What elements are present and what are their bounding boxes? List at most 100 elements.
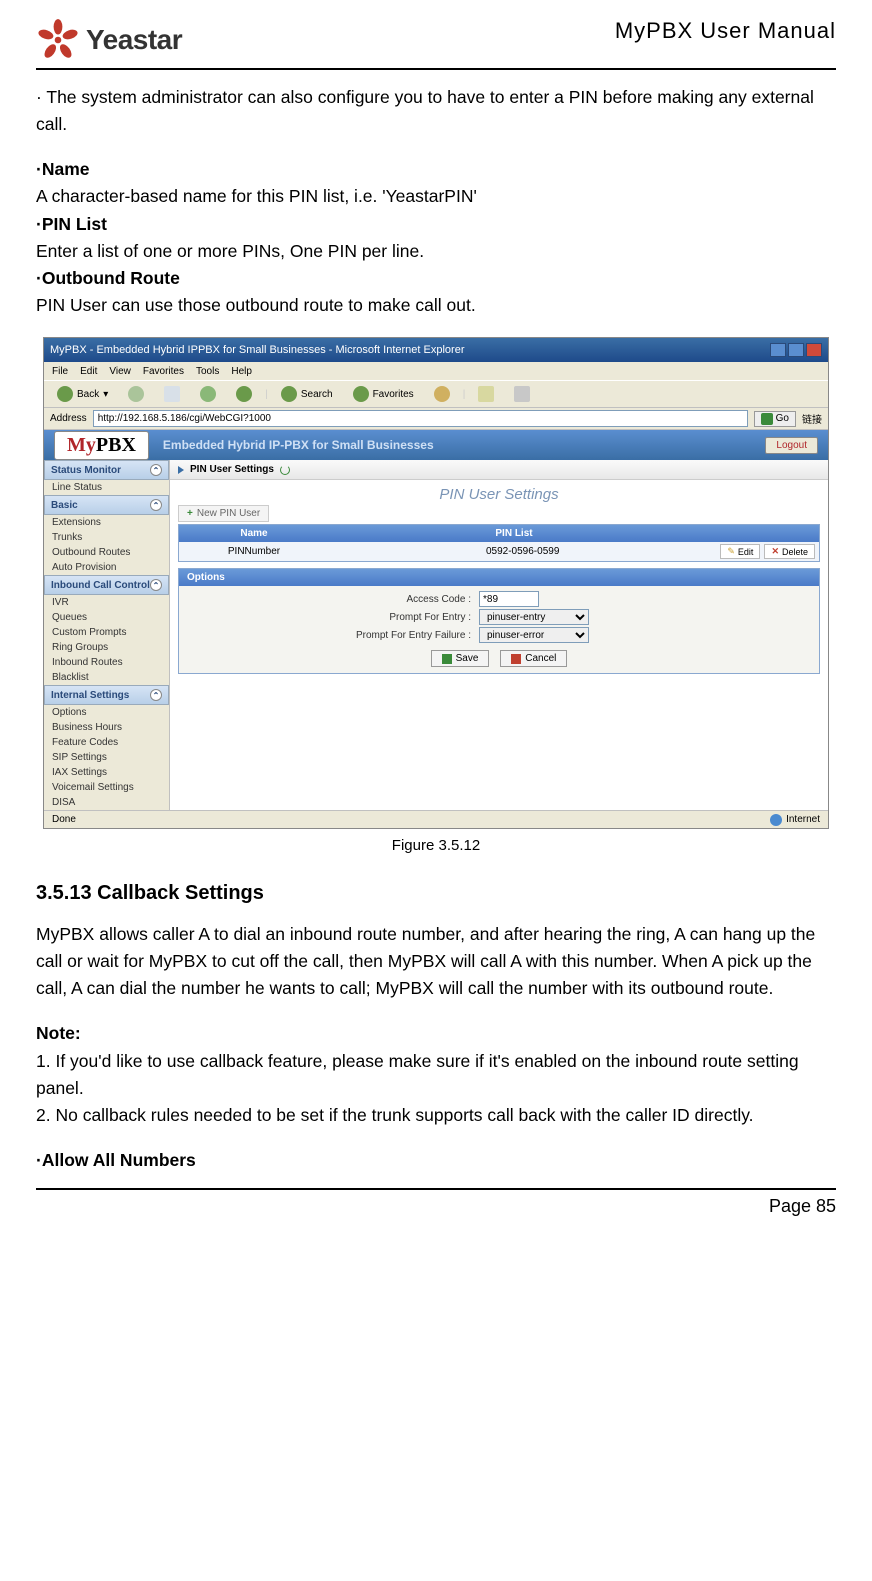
go-button[interactable]: Go: [754, 411, 796, 427]
section-3513-para: MyPBX allows caller A to dial an inbound…: [36, 921, 836, 1002]
star-icon: [36, 18, 80, 62]
chevron-icon: ⌃: [150, 499, 162, 511]
mail-icon: [478, 386, 494, 402]
menu-help[interactable]: Help: [231, 366, 252, 377]
search-button[interactable]: Search: [274, 383, 340, 405]
logout-button[interactable]: Logout: [765, 437, 818, 454]
menu-edit[interactable]: Edit: [80, 366, 97, 377]
sidebar: Status Monitor⌃ Line Status Basic⌃ Exten…: [44, 460, 170, 810]
sidebar-item-outbound-routes[interactable]: Outbound Routes: [44, 545, 169, 560]
back-button[interactable]: Back ▾: [50, 383, 115, 405]
sidebar-head-internal[interactable]: Internal Settings⌃: [44, 685, 169, 705]
address-input[interactable]: [93, 410, 748, 427]
favorites-button[interactable]: Favorites: [346, 383, 421, 405]
globe-icon: [770, 814, 782, 826]
prompt-fail-select[interactable]: pinuser-error: [479, 627, 589, 643]
sidebar-item-voicemail-settings[interactable]: Voicemail Settings: [44, 780, 169, 795]
minimize-icon[interactable]: [770, 343, 786, 357]
address-bar: Address Go 链接: [44, 408, 828, 430]
sidebar-item-business-hours[interactable]: Business Hours: [44, 720, 169, 735]
edit-button[interactable]: ✎Edit: [720, 544, 760, 559]
page-title: PIN User Settings: [170, 480, 828, 503]
allow-all-numbers: ·Allow All Numbers: [36, 1147, 836, 1174]
sidebar-item-extensions[interactable]: Extensions: [44, 515, 169, 530]
delete-button[interactable]: ✕Delete: [764, 544, 815, 559]
sidebar-item-blacklist[interactable]: Blacklist: [44, 670, 169, 685]
stop-icon: [164, 386, 180, 402]
breadcrumb-text: PIN User Settings: [190, 464, 274, 475]
cell-pinlist: 0592-0596-0599: [329, 543, 716, 560]
sidebar-head-status[interactable]: Status Monitor⌃: [44, 460, 169, 480]
new-pin-user-button[interactable]: +New PIN User: [178, 505, 269, 522]
refresh-button[interactable]: [193, 383, 223, 405]
menu-favorites[interactable]: Favorites: [143, 366, 184, 377]
sidebar-head-inbound[interactable]: Inbound Call Control⌃: [44, 575, 169, 595]
sidebar-item-ivr[interactable]: IVR: [44, 595, 169, 610]
links-label[interactable]: 链接: [802, 411, 822, 426]
breadcrumb-bar: PIN User Settings: [170, 460, 828, 480]
menu-file[interactable]: File: [52, 366, 68, 377]
embedded-screenshot: MyPBX - Embedded Hybrid IPPBX for Small …: [43, 337, 829, 829]
sidebar-item-trunks[interactable]: Trunks: [44, 530, 169, 545]
sidebar-item-inbound-routes[interactable]: Inbound Routes: [44, 655, 169, 670]
prompt-entry-label: Prompt For Entry :: [179, 612, 479, 623]
access-code-input[interactable]: [479, 591, 539, 607]
app-tagline: Embedded Hybrid IP-PBX for Small Busines…: [163, 438, 434, 452]
field-pinlist-desc: Enter a list of one or more PINs, One PI…: [36, 238, 836, 265]
forward-button[interactable]: [121, 383, 151, 405]
forward-icon: [128, 386, 144, 402]
save-button[interactable]: Save: [431, 650, 490, 667]
app-header: MyPBX Embedded Hybrid IP-PBX for Small B…: [44, 430, 828, 460]
refresh-icon[interactable]: [280, 465, 290, 475]
go-icon: [761, 413, 773, 425]
mail-button[interactable]: [471, 383, 501, 405]
field-outbound-desc: PIN User can use those outbound route to…: [36, 292, 836, 319]
prompt-entry-select[interactable]: pinuser-entry: [479, 609, 589, 625]
sidebar-item-line-status[interactable]: Line Status: [44, 480, 169, 495]
sidebar-item-sip-settings[interactable]: SIP Settings: [44, 750, 169, 765]
sidebar-item-custom-prompts[interactable]: Custom Prompts: [44, 625, 169, 640]
x-icon: [511, 654, 521, 664]
sidebar-item-queues[interactable]: Queues: [44, 610, 169, 625]
search-icon: [281, 386, 297, 402]
history-icon: [434, 386, 450, 402]
table-row: PINNumber 0592-0596-0599 ✎Edit ✕Delete: [179, 542, 819, 561]
window-titlebar: MyPBX - Embedded Hybrid IPPBX for Small …: [44, 338, 828, 362]
sidebar-item-iax-settings[interactable]: IAX Settings: [44, 765, 169, 780]
home-button[interactable]: [229, 383, 259, 405]
print-button[interactable]: [507, 383, 537, 405]
browser-statusbar: Done Internet: [44, 810, 828, 828]
note-label: Note:: [36, 1020, 836, 1047]
sidebar-item-feature-codes[interactable]: Feature Codes: [44, 735, 169, 750]
menu-tools[interactable]: Tools: [196, 366, 219, 377]
sidebar-head-basic[interactable]: Basic⌃: [44, 495, 169, 515]
chevron-icon: ⌃: [150, 464, 162, 476]
sidebar-item-disa[interactable]: DISA: [44, 795, 169, 810]
history-button[interactable]: [427, 383, 457, 405]
field-name-desc: A character-based name for this PIN list…: [36, 183, 836, 210]
sidebar-item-auto-provision[interactable]: Auto Provision: [44, 560, 169, 575]
field-pinlist-label: ·PIN List: [36, 211, 836, 238]
status-internet: Internet: [786, 814, 820, 825]
star-icon: [353, 386, 369, 402]
manual-title: MyPBX User Manual: [615, 18, 836, 44]
stop-button[interactable]: [157, 383, 187, 405]
sidebar-item-ring-groups[interactable]: Ring Groups: [44, 640, 169, 655]
cancel-button[interactable]: Cancel: [500, 650, 567, 667]
pin-table: Name PIN List PINNumber 0592-0596-0599 ✎…: [178, 524, 820, 562]
maximize-icon[interactable]: [788, 343, 804, 357]
page-number: Page 85: [769, 1196, 836, 1216]
field-outbound-label: ·Outbound Route: [36, 265, 836, 292]
breadcrumb-arrow-icon: [178, 466, 184, 474]
content-pane: PIN User Settings PIN User Settings +New…: [170, 460, 828, 810]
close-icon[interactable]: [806, 343, 822, 357]
section-3513-heading: 3.5.13 Callback Settings: [36, 882, 836, 905]
plus-icon: +: [187, 508, 193, 519]
check-icon: [442, 654, 452, 664]
prompt-fail-label: Prompt For Entry Failure :: [179, 630, 479, 641]
access-code-label: Access Code :: [179, 594, 479, 605]
menu-view[interactable]: View: [109, 366, 131, 377]
menubar: File Edit View Favorites Tools Help: [44, 362, 828, 380]
browser-toolbar: Back ▾ | Search Favorites |: [44, 380, 828, 408]
sidebar-item-options[interactable]: Options: [44, 705, 169, 720]
